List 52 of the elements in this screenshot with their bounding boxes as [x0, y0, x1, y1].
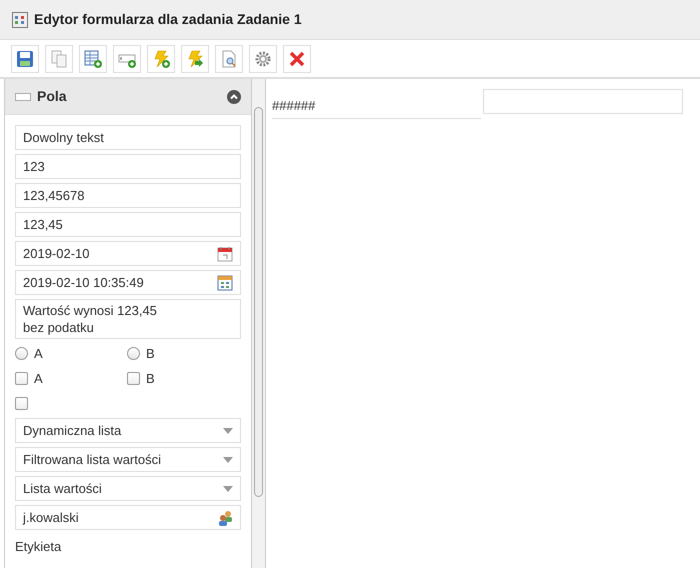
datetime-field[interactable]: 2019-02-10 10:35:49: [15, 270, 241, 295]
add-field-button[interactable]: [113, 44, 141, 72]
text-field[interactable]: 123: [15, 154, 241, 179]
dropdown[interactable]: Lista wartości: [15, 476, 241, 501]
save-button[interactable]: [11, 44, 39, 72]
option-label: B: [146, 370, 155, 388]
preview-button[interactable]: [215, 44, 243, 72]
preview-icon: [220, 50, 238, 68]
field-icon: [15, 92, 31, 100]
close-icon: [288, 50, 306, 68]
field-label: Etykieta: [15, 538, 62, 556]
text-field[interactable]: 123,45678: [15, 183, 241, 208]
form-icon: [12, 12, 28, 28]
input-field[interactable]: [483, 89, 683, 114]
text-field[interactable]: Dowolny tekst: [15, 125, 241, 150]
caret-icon: [223, 456, 233, 462]
radio-button[interactable]: [127, 347, 140, 360]
lightning-arrow-icon: [186, 50, 204, 68]
text-area[interactable]: Wartość wynosi 123,45 bez podatku: [15, 299, 241, 339]
close-button[interactable]: [283, 44, 311, 72]
caret-icon: [223, 428, 233, 434]
settings-icon: [254, 50, 272, 68]
save-icon: [16, 50, 34, 68]
settings-button[interactable]: [249, 44, 277, 72]
calendar-icon: [217, 246, 233, 262]
checkbox[interactable]: [15, 397, 28, 410]
users-icon: [217, 510, 233, 526]
add-table-button[interactable]: [79, 44, 107, 72]
canvas-label: ######: [272, 91, 481, 118]
add-table-icon: [84, 50, 102, 68]
calendar-icon: [217, 274, 233, 290]
lightning-arrow-button[interactable]: [181, 44, 209, 72]
panel-title: Pola: [37, 87, 68, 106]
dropdown[interactable]: Filtrowana lista wartości: [15, 447, 241, 472]
checkbox[interactable]: [127, 372, 140, 385]
checkbox[interactable]: [15, 372, 28, 385]
date-field[interactable]: 2019-02-10: [15, 241, 241, 266]
copy-icon: [50, 50, 68, 68]
lightning-add-icon: [152, 50, 170, 68]
radio-button[interactable]: [15, 347, 28, 360]
option-label: A: [34, 370, 43, 388]
collapse-icon[interactable]: [227, 90, 241, 104]
option-label: A: [34, 344, 43, 363]
dropdown[interactable]: Dynamiczna lista: [15, 418, 241, 443]
option-label: B: [146, 344, 155, 363]
scrollbar-thumb[interactable]: [254, 107, 263, 497]
copy-button[interactable]: [45, 44, 73, 72]
user-field[interactable]: j.kowalski: [15, 505, 241, 530]
text-field[interactable]: 123,45: [15, 212, 241, 237]
window-title: Edytor formularza dla zadania Zadanie 1: [34, 10, 302, 29]
caret-icon: [223, 486, 233, 492]
lightning-add-button[interactable]: [147, 44, 175, 72]
